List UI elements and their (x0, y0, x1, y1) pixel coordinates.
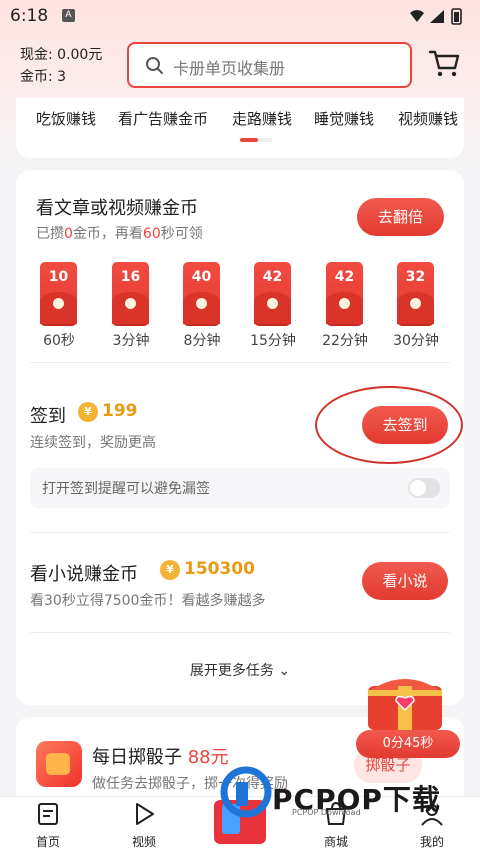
envelope-seal (53, 298, 64, 309)
tab-page-indicator-active (240, 138, 258, 142)
wallet-summary[interactable]: 现金: 0.00元 金币: 3 (20, 44, 102, 88)
play-icon (136, 803, 154, 825)
read-task-title: 看文章或视频赚金币 (36, 198, 198, 219)
highlight-circle (315, 386, 463, 464)
divider (30, 532, 450, 533)
chevron-down-icon: ⌄ (278, 663, 291, 679)
novel-task-subtitle: 看30秒立得7500金币！看越多赚越多 (30, 593, 266, 609)
reward-envelope[interactable]: 42 (326, 262, 363, 324)
reward-amount: 40 (191, 269, 212, 285)
status-icons (410, 8, 462, 25)
tab-sleep[interactable]: 睡觉赚钱 (314, 108, 374, 129)
reward-envelope[interactable]: 10 (40, 262, 77, 324)
watermark-subtext: PCPOP Download (292, 808, 361, 817)
reward-amount: 10 (48, 269, 69, 285)
sign-in-reminder: 打开签到提醒可以避免漏签 (30, 468, 450, 508)
reward-envelope[interactable]: 32 (397, 262, 434, 324)
tab-eat[interactable]: 吃饭赚钱 (36, 108, 96, 129)
reminder-label: 打开签到提醒可以避免漏签 (42, 481, 210, 497)
tab-video[interactable]: 视频赚钱 (398, 108, 458, 129)
cash-balance: 现金: 0.00元 (20, 47, 103, 63)
signal-icon (430, 10, 444, 23)
chest-timer: 0分45秒 (356, 730, 460, 758)
search-icon (146, 57, 163, 74)
envelope-seal (267, 298, 278, 309)
expand-more-label: 展开更多任务 (189, 663, 274, 679)
envelope-seal (196, 298, 207, 309)
nav-home[interactable]: 首页 (18, 801, 78, 850)
reward-envelope[interactable]: 16 (112, 262, 149, 324)
dice-title: 每日掷骰子 88元 (92, 747, 229, 768)
reward-amount: 16 (120, 269, 141, 285)
search-bar[interactable]: 卡册单页收集册 (127, 42, 412, 88)
read-novel-button[interactable]: 看小说 (362, 562, 448, 600)
double-reward-button[interactable]: 去翻倍 (357, 198, 444, 236)
toggle-knob (410, 480, 426, 496)
reward-time: 15分钟 (250, 333, 296, 349)
nav-video[interactable]: 视频 (114, 801, 174, 850)
reward-envelope[interactable]: 40 (183, 262, 220, 324)
treasure-chest-icon[interactable] (360, 666, 450, 732)
category-tabs: 吃饭赚钱 看广告赚金币 走路赚钱 睡觉赚钱 视频赚钱 (16, 98, 464, 158)
reminder-toggle[interactable] (408, 478, 440, 498)
reward-envelope[interactable]: 42 (254, 262, 291, 324)
coin-icon: ¥ (78, 402, 98, 422)
watermark: PCPOP下载 PCPOP Download (214, 764, 474, 824)
task-card: 看文章或视频赚金币 已攒0金币，再看60秒可领 去翻倍 10 60秒 16 3分钟 40… (16, 170, 464, 705)
wifi-icon (410, 10, 424, 22)
divider (30, 632, 450, 633)
reward-time: 22分钟 (322, 333, 368, 349)
dice-icon (36, 741, 82, 787)
envelope-seal (125, 298, 136, 309)
tab-watch-ads[interactable]: 看广告赚金币 (118, 108, 208, 129)
sign-in-coins: 199 (102, 401, 138, 421)
coin-icon: ¥ (160, 560, 180, 580)
watermark-logo (220, 766, 272, 818)
reward-time: 60秒 (43, 333, 75, 349)
read-task-subtitle: 已攒0金币，再看60秒可领 (36, 226, 203, 242)
reward-time: 30分钟 (393, 333, 439, 349)
divider (30, 362, 450, 363)
tab-page-indicator (258, 138, 272, 142)
tab-walk[interactable]: 走路赚钱 (232, 108, 292, 129)
sign-in-subtitle: 连续签到，奖励更高 (30, 435, 156, 451)
reward-time: 8分钟 (183, 333, 221, 349)
envelope-seal (339, 298, 350, 309)
reward-amount: 42 (262, 269, 283, 285)
novel-task-coins: 150300 (184, 559, 255, 579)
status-bar: 6:18 A (0, 0, 480, 34)
envelope-seal (410, 298, 421, 309)
reward-amount: 42 (334, 269, 355, 285)
cart-icon[interactable] (427, 46, 461, 80)
search-placeholder: 卡册单页收集册 (173, 59, 286, 78)
reward-amount: 32 (405, 269, 426, 285)
home-icon (38, 803, 58, 825)
novel-task-title: 看小说赚金币 (30, 564, 138, 585)
sign-in-title: 签到 (30, 406, 66, 427)
status-time: 6:18 (10, 6, 49, 26)
notification-icon: A (62, 9, 75, 22)
reward-time: 3分钟 (112, 333, 150, 349)
coin-balance: 金币: 3 (20, 69, 67, 85)
